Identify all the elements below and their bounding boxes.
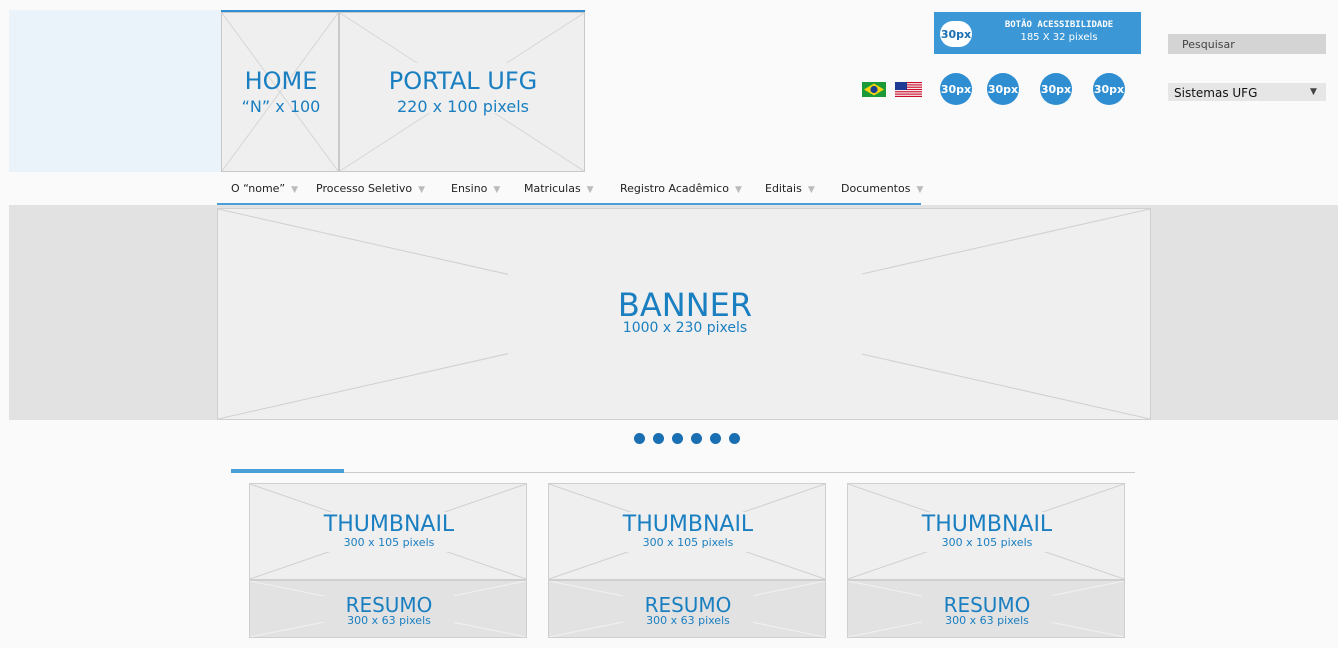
carousel-dot-2[interactable] <box>653 433 664 444</box>
chevron-down-icon: ▼ <box>1310 87 1317 97</box>
card-1-summary-title: RESUMO <box>345 593 433 617</box>
social-circle-4[interactable]: 30px <box>1093 73 1125 105</box>
card-1-thumb-title: THUMBNAIL <box>323 512 455 537</box>
systems-select[interactable]: Sistemas UFG ▼ <box>1168 83 1326 101</box>
social-circle-2[interactable]: 30px <box>987 73 1019 105</box>
nav-item-editais[interactable]: Editais ▼ <box>765 182 815 195</box>
card-2-summary-subtitle: 300 x 63 pixels <box>646 614 730 627</box>
carousel-dot-6[interactable] <box>729 433 740 444</box>
card-1-summary[interactable]: RESUMO 300 x 63 pixels <box>249 580 527 638</box>
chevron-down-icon: ▼ <box>916 185 924 195</box>
chevron-down-icon: ▼ <box>586 185 594 195</box>
banner-title: BANNER <box>617 286 753 324</box>
systems-select-value: Sistemas UFG <box>1174 86 1258 100</box>
carousel-dot-3[interactable] <box>672 433 683 444</box>
brazil-flag-icon[interactable] <box>862 82 886 97</box>
carousel-dot-1[interactable] <box>634 433 645 444</box>
card-3-thumb-subtitle: 300 x 105 pixels <box>941 536 1033 549</box>
card-1-thumbnail[interactable]: THUMBNAIL 300 x 105 pixels <box>249 483 527 580</box>
accessibility-title: BOTÃO ACESSIBILIDADE <box>1004 20 1114 30</box>
card-2-summary[interactable]: RESUMO 300 x 63 pixels <box>548 580 826 638</box>
card-3-summary[interactable]: RESUMO 300 x 63 pixels <box>847 580 1125 638</box>
portal-subtitle: 220 x 100 pixels <box>396 97 529 116</box>
home-title: HOME <box>244 67 318 95</box>
home-logo-placeholder[interactable]: HOME “N” x 100 <box>221 12 339 172</box>
banner-subtitle: 1000 x 230 pixels <box>622 320 748 336</box>
usa-flag-icon[interactable] <box>895 82 922 97</box>
card-3-summary-subtitle: 300 x 63 pixels <box>945 614 1029 627</box>
section-divider-accent <box>231 469 344 473</box>
card-3-thumbnail[interactable]: THUMBNAIL 300 x 105 pixels <box>847 483 1125 580</box>
search-placeholder: Pesquisar <box>1182 38 1235 51</box>
social-circle-3[interactable]: 30px <box>1040 73 1072 105</box>
nav-item-documentos[interactable]: Documentos ▼ <box>841 182 923 195</box>
portal-logo-placeholder[interactable]: PORTAL UFG 220 x 100 pixels <box>339 12 585 172</box>
card-1-summary-subtitle: 300 x 63 pixels <box>347 614 431 627</box>
home-subtitle: “N” x 100 <box>241 97 321 116</box>
search-input[interactable]: Pesquisar <box>1168 34 1326 54</box>
nav-item-nome[interactable]: O “nome” ▼ <box>231 182 298 195</box>
card-3-thumb-title: THUMBNAIL <box>921 512 1053 537</box>
card-3-summary-title: RESUMO <box>943 593 1031 617</box>
portal-title: PORTAL UFG <box>388 67 538 95</box>
nav-item-processo-seletivo[interactable]: Processo Seletivo ▼ <box>316 182 425 195</box>
nav-item-ensino[interactable]: Ensino ▼ <box>451 182 500 195</box>
carousel-dot-4[interactable] <box>691 433 702 444</box>
nav-item-matriculas[interactable]: Matriculas ▼ <box>524 182 594 195</box>
accessibility-subtitle: 185 X 32 pixels <box>1020 32 1098 43</box>
social-circle-1[interactable]: 30px <box>940 73 972 105</box>
chevron-down-icon: ▼ <box>418 185 426 195</box>
card-1-thumb-subtitle: 300 x 105 pixels <box>343 536 435 549</box>
chevron-down-icon: ▼ <box>734 185 742 195</box>
accessibility-button[interactable]: 30px BOTÃO ACESSIBILIDADE 185 X 32 pixel… <box>934 12 1141 54</box>
left-header-block <box>9 10 221 172</box>
section-divider <box>231 472 1135 473</box>
card-2-thumbnail[interactable]: THUMBNAIL 300 x 105 pixels <box>548 483 826 580</box>
chevron-down-icon: ▼ <box>493 185 501 195</box>
banner-placeholder[interactable]: BANNER 1000 x 230 pixels <box>217 208 1151 420</box>
nav-item-registro-academico[interactable]: Registro Acadêmico ▼ <box>620 182 742 195</box>
card-2-thumb-title: THUMBNAIL <box>622 512 754 537</box>
chevron-down-icon: ▼ <box>291 185 299 195</box>
card-2-summary-title: RESUMO <box>644 593 732 617</box>
card-2-thumb-subtitle: 300 x 105 pixels <box>642 536 734 549</box>
chevron-down-icon: ▼ <box>807 185 815 195</box>
accessibility-badge: 30px <box>940 21 972 47</box>
carousel-dot-5[interactable] <box>710 433 721 444</box>
